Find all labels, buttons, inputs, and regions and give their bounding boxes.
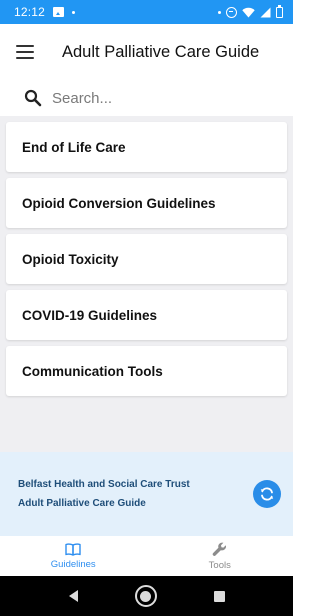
list-item-opioid-toxicity[interactable]: Opioid Toxicity	[6, 234, 287, 284]
wrench-icon	[212, 542, 227, 556]
footer-text: Belfast Health and Social Care Trust Adu…	[18, 475, 253, 513]
list-item-end-of-life-care[interactable]: End of Life Care	[6, 122, 287, 172]
hamburger-menu-icon[interactable]	[16, 45, 34, 59]
app-bar: Adult Palliative Care Guide	[0, 24, 293, 80]
guidelines-list: End of Life Care Opioid Conversion Guide…	[0, 116, 293, 452]
list-item-opioid-conversion-guidelines[interactable]: Opioid Conversion Guidelines	[6, 178, 287, 228]
footer-app-name: Adult Palliative Care Guide	[18, 498, 146, 509]
nav-tab-guidelines[interactable]: Guidelines	[0, 536, 147, 576]
status-bar-left: 12:12	[14, 5, 76, 19]
footer-banner: Belfast Health and Social Care Trust Adu…	[0, 452, 293, 536]
nav-tab-tools[interactable]: Tools	[147, 536, 294, 576]
home-icon[interactable]	[134, 585, 157, 607]
search-input[interactable]	[52, 89, 252, 107]
search-bar	[0, 80, 293, 116]
status-bar: 12:12	[0, 0, 293, 24]
list-item-communication-tools[interactable]: Communication Tools	[6, 346, 287, 396]
status-bar-right	[218, 4, 283, 18]
wifi-icon	[242, 7, 255, 17]
search-icon[interactable]	[24, 89, 42, 107]
notification-dot-icon	[72, 10, 76, 14]
bottom-navigation: Guidelines Tools	[0, 536, 293, 576]
image-notification-icon	[53, 7, 65, 17]
system-navigation-bar	[0, 576, 293, 616]
do-not-disturb-icon	[226, 6, 237, 18]
book-icon	[65, 542, 81, 556]
list-item-covid-19-guidelines[interactable]: COVID-19 Guidelines	[6, 290, 287, 340]
notification-dot-icon	[218, 10, 221, 14]
footer-organisation: Belfast Health and Social Care Trust	[18, 479, 190, 490]
refresh-icon	[260, 487, 274, 501]
page-title: Adult Palliative Care Guide	[62, 42, 260, 61]
signal-icon	[260, 7, 271, 17]
back-icon[interactable]	[68, 590, 78, 602]
refresh-button[interactable]	[253, 480, 281, 508]
nav-label-guidelines: Guidelines	[50, 558, 96, 570]
battery-icon	[276, 4, 283, 18]
nav-label-tools: Tools	[208, 559, 231, 571]
recents-icon[interactable]	[213, 590, 225, 602]
status-time: 12:12	[14, 5, 46, 19]
